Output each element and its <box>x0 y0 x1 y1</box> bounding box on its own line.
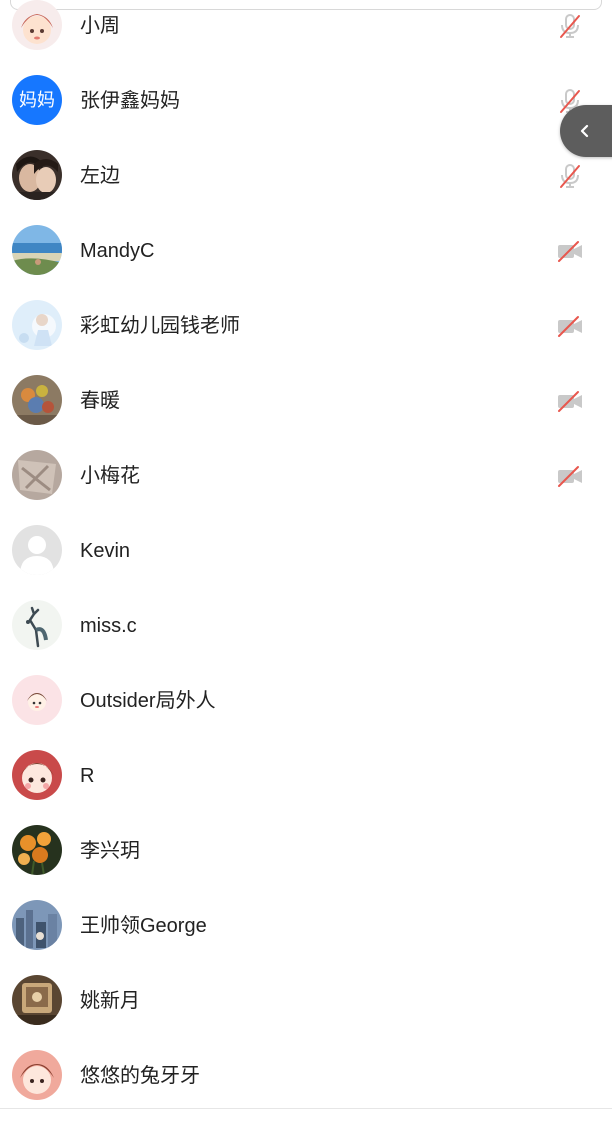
participant-row[interactable]: R <box>0 738 612 813</box>
participant-name: 张伊鑫妈妈 <box>80 90 180 112</box>
participant-name: 春暖 <box>80 390 120 412</box>
participant-avatar <box>12 0 62 50</box>
participant-name: 小周 <box>80 15 120 37</box>
participant-name: R <box>80 765 95 787</box>
mic-muted-icon <box>560 14 580 38</box>
participant-name: 彩虹幼儿园钱老师 <box>80 315 240 337</box>
participant-name: Outsider局外人 <box>80 690 216 712</box>
participant-avatar <box>12 825 62 875</box>
divider <box>0 1108 612 1109</box>
participant-avatar <box>12 600 62 650</box>
participant-name: 小梅花 <box>80 465 140 487</box>
video-off-icon <box>558 466 582 487</box>
chevron-left-icon <box>580 124 589 138</box>
participant-name: 李兴玥 <box>80 840 140 862</box>
participant-avatar: 妈妈 <box>12 75 62 125</box>
participant-row[interactable]: 王帅领George <box>0 888 612 963</box>
participant-row[interactable]: miss.c <box>0 588 612 663</box>
participant-name: 悠悠的兔牙牙 <box>80 1065 200 1087</box>
participant-avatar <box>12 150 62 200</box>
video-off-icon <box>558 241 582 262</box>
participant-avatar <box>12 675 62 725</box>
participant-row[interactable]: Outsider局外人 <box>0 663 612 738</box>
avatar-text: 妈妈 <box>19 90 55 110</box>
participant-name: 左边 <box>80 165 120 187</box>
participant-avatar <box>12 225 62 275</box>
participant-row[interactable]: 姚新月 <box>0 963 612 1038</box>
participant-row[interactable]: 妈妈 张伊鑫妈妈 <box>0 63 612 138</box>
participant-list: 小周 妈妈 张伊鑫妈妈 左边 MandyC 彩虹幼儿园钱老师 春暖 小梅花 Kev… <box>0 0 612 1110</box>
participant-name: 姚新月 <box>80 990 140 1012</box>
participant-name: miss.c <box>80 615 137 637</box>
participant-row[interactable]: 左边 <box>0 138 612 213</box>
participant-row[interactable]: 彩虹幼儿园钱老师 <box>0 288 612 363</box>
participant-row[interactable]: MandyC <box>0 213 612 288</box>
video-off-icon <box>558 316 582 337</box>
participant-name: Kevin <box>80 540 131 562</box>
participant-avatar <box>12 450 62 500</box>
participant-row[interactable]: 小周 <box>0 0 612 63</box>
participant-avatar <box>12 300 62 350</box>
collapse-panel-tab[interactable] <box>560 105 612 157</box>
participant-avatar <box>12 750 62 800</box>
mic-muted-icon <box>560 164 580 188</box>
participant-name: MandyC <box>80 240 155 262</box>
participant-row[interactable]: Kevin <box>0 513 612 588</box>
participant-row[interactable]: 春暖 <box>0 363 612 438</box>
participant-avatar <box>12 525 62 575</box>
participant-avatar <box>12 375 62 425</box>
participant-name: 王帅领George <box>80 915 207 937</box>
participant-avatar <box>12 975 62 1025</box>
video-off-icon <box>558 391 582 412</box>
participant-row[interactable]: 小梅花 <box>0 438 612 513</box>
participant-avatar <box>12 900 62 950</box>
participant-avatar <box>12 1050 62 1100</box>
participant-row[interactable]: 李兴玥 <box>0 813 612 888</box>
participant-row[interactable]: 悠悠的兔牙牙 <box>0 1038 612 1110</box>
